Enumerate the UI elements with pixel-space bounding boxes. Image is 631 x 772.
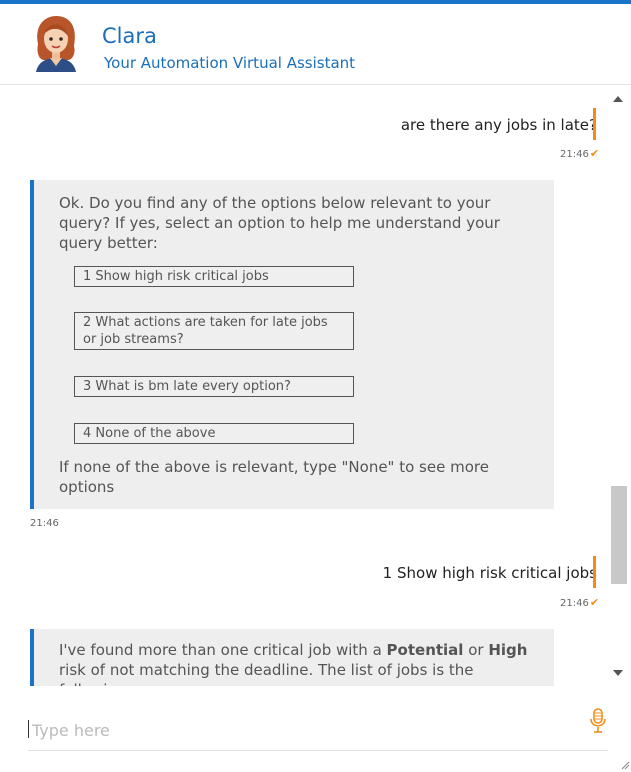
message-input-area [28,708,608,751]
bot-message-footer: If none of the above is relevant, type "… [59,458,489,496]
option-button-3[interactable]: 3 What is bm late every option? [74,376,354,397]
agent-name: Clara [102,24,157,48]
agent-subtitle: Your Automation Virtual Assistant [104,54,356,72]
user-message: 1 Show high risk critical jobs [382,564,597,582]
user-message: are there any jobs in late? [400,116,597,134]
message-timestamp: 21:46✔ [560,147,600,160]
message-input[interactable] [30,716,574,744]
chat-header: Clara Your Automation Virtual Assistant [0,4,631,85]
scroll-down-icon[interactable] [613,670,623,676]
bot-message: Ok. Do you find any of the options below… [30,180,554,509]
assistant-avatar [36,16,76,72]
bot-message-intro: Ok. Do you find any of the options below… [59,194,500,252]
checkmark-icon: ✔ [589,596,600,609]
scrollbar-thumb[interactable] [611,486,627,584]
checkmark-icon: ✔ [589,147,600,160]
message-timestamp: 21:46 [30,518,59,529]
option-button-4[interactable]: 4 None of the above [74,423,354,444]
bot-message-text: I've found more than one critical job wi… [59,641,528,686]
microphone-icon[interactable] [588,708,608,734]
message-timestamp: 21:46✔ [560,596,600,609]
option-button-2[interactable]: 2 What actions are taken for late jobs o… [74,312,354,350]
resize-handle-icon[interactable] [620,760,630,770]
text-caret [28,720,29,738]
user-message-marker [593,556,596,588]
scroll-up-icon[interactable] [613,96,623,102]
bot-message: I've found more than one critical job wi… [30,629,554,686]
option-button-1[interactable]: 1 Show high risk critical jobs [74,266,354,287]
chat-transcript[interactable]: are there any jobs in late? 21:46✔ Ok. D… [0,86,631,686]
user-message-marker [593,108,596,140]
scrollbar-track[interactable] [609,86,629,686]
